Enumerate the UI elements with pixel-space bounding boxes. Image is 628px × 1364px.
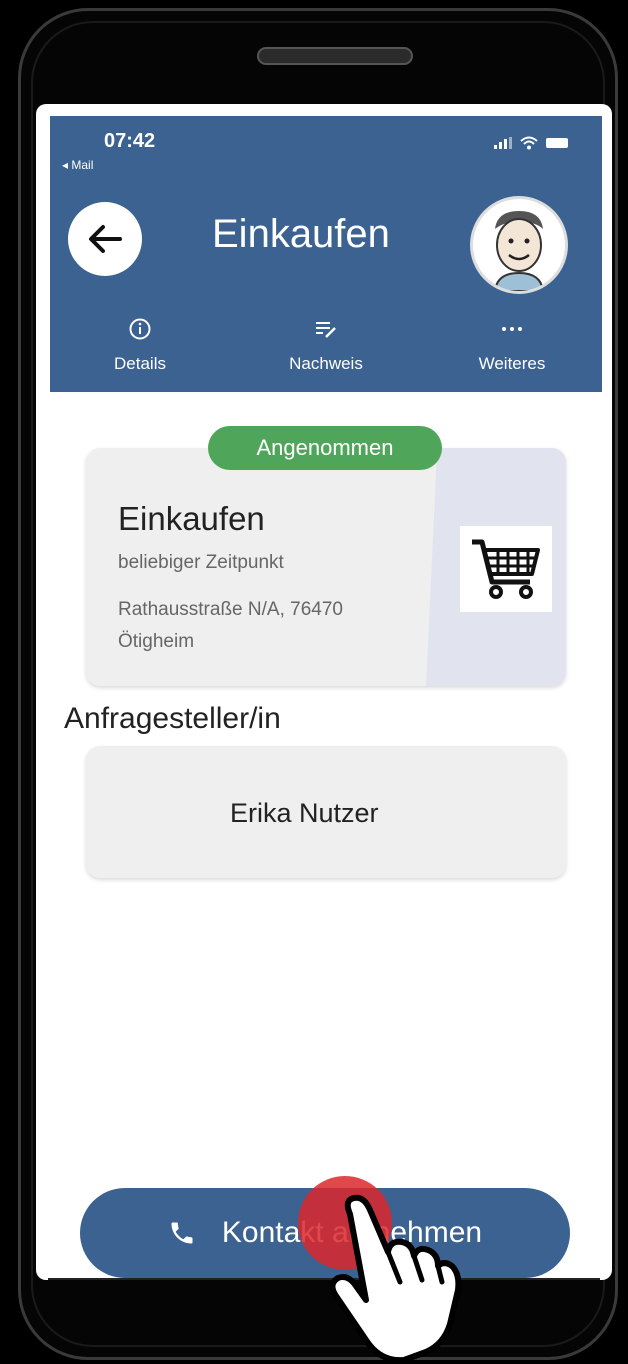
list-edit-icon (316, 322, 336, 338)
tab-nachweis-label: Nachweis (289, 354, 363, 373)
page-title: Einkaufen (212, 212, 390, 256)
info-icon (129, 318, 151, 340)
tab-weiteres-label: Weiteres (478, 354, 546, 373)
task-time: beliebiger Zeitpunkt (118, 552, 284, 573)
wifi-icon (520, 136, 538, 150)
user-avatar-icon (493, 211, 545, 291)
requester-name: Erika Nutzer (230, 798, 379, 828)
phone-icon (171, 1222, 193, 1244)
status-back-to-mail[interactable]: ◂ Mail (62, 158, 93, 172)
active-tab-indicator (64, 401, 247, 405)
signal-icon (494, 137, 512, 149)
tab-nachweis[interactable]: Nachweis (266, 314, 386, 374)
more-icon (502, 327, 522, 331)
tab-details-label: Details (114, 354, 166, 373)
tab-details[interactable]: Details (80, 314, 200, 374)
phone-speaker (257, 47, 413, 65)
battery-icon (546, 138, 568, 148)
task-address-line1: Rathausstraße N/A, 76470 (118, 599, 343, 620)
requester-section-title: Anfragesteller/in (64, 702, 281, 735)
avatar[interactable] (470, 196, 568, 294)
task-address-line2: Ötigheim (118, 631, 195, 652)
tab-weiteres[interactable]: Weiteres (452, 314, 572, 374)
app-header: 07:42 ◂ Mail Einkaufen Details Nachweis … (50, 116, 602, 405)
app-screen: 07:42 ◂ Mail Einkaufen Details Nachweis … (36, 104, 612, 1280)
task-address: Rathausstraße N/A, 76470 Ötigheim (118, 594, 418, 658)
status-time: 07:42 (104, 130, 156, 152)
back-button[interactable] (68, 202, 142, 276)
arrow-left-icon (89, 225, 122, 253)
task-title: Einkaufen (118, 500, 265, 537)
pointer-hand-icon (329, 1194, 462, 1362)
status-icons (494, 136, 568, 150)
task-category-image (460, 526, 552, 612)
status-badge: Angenommen (208, 426, 442, 470)
shopping-cart-icon (472, 539, 540, 599)
requester-card[interactable]: Erika Nutzer (86, 746, 566, 878)
